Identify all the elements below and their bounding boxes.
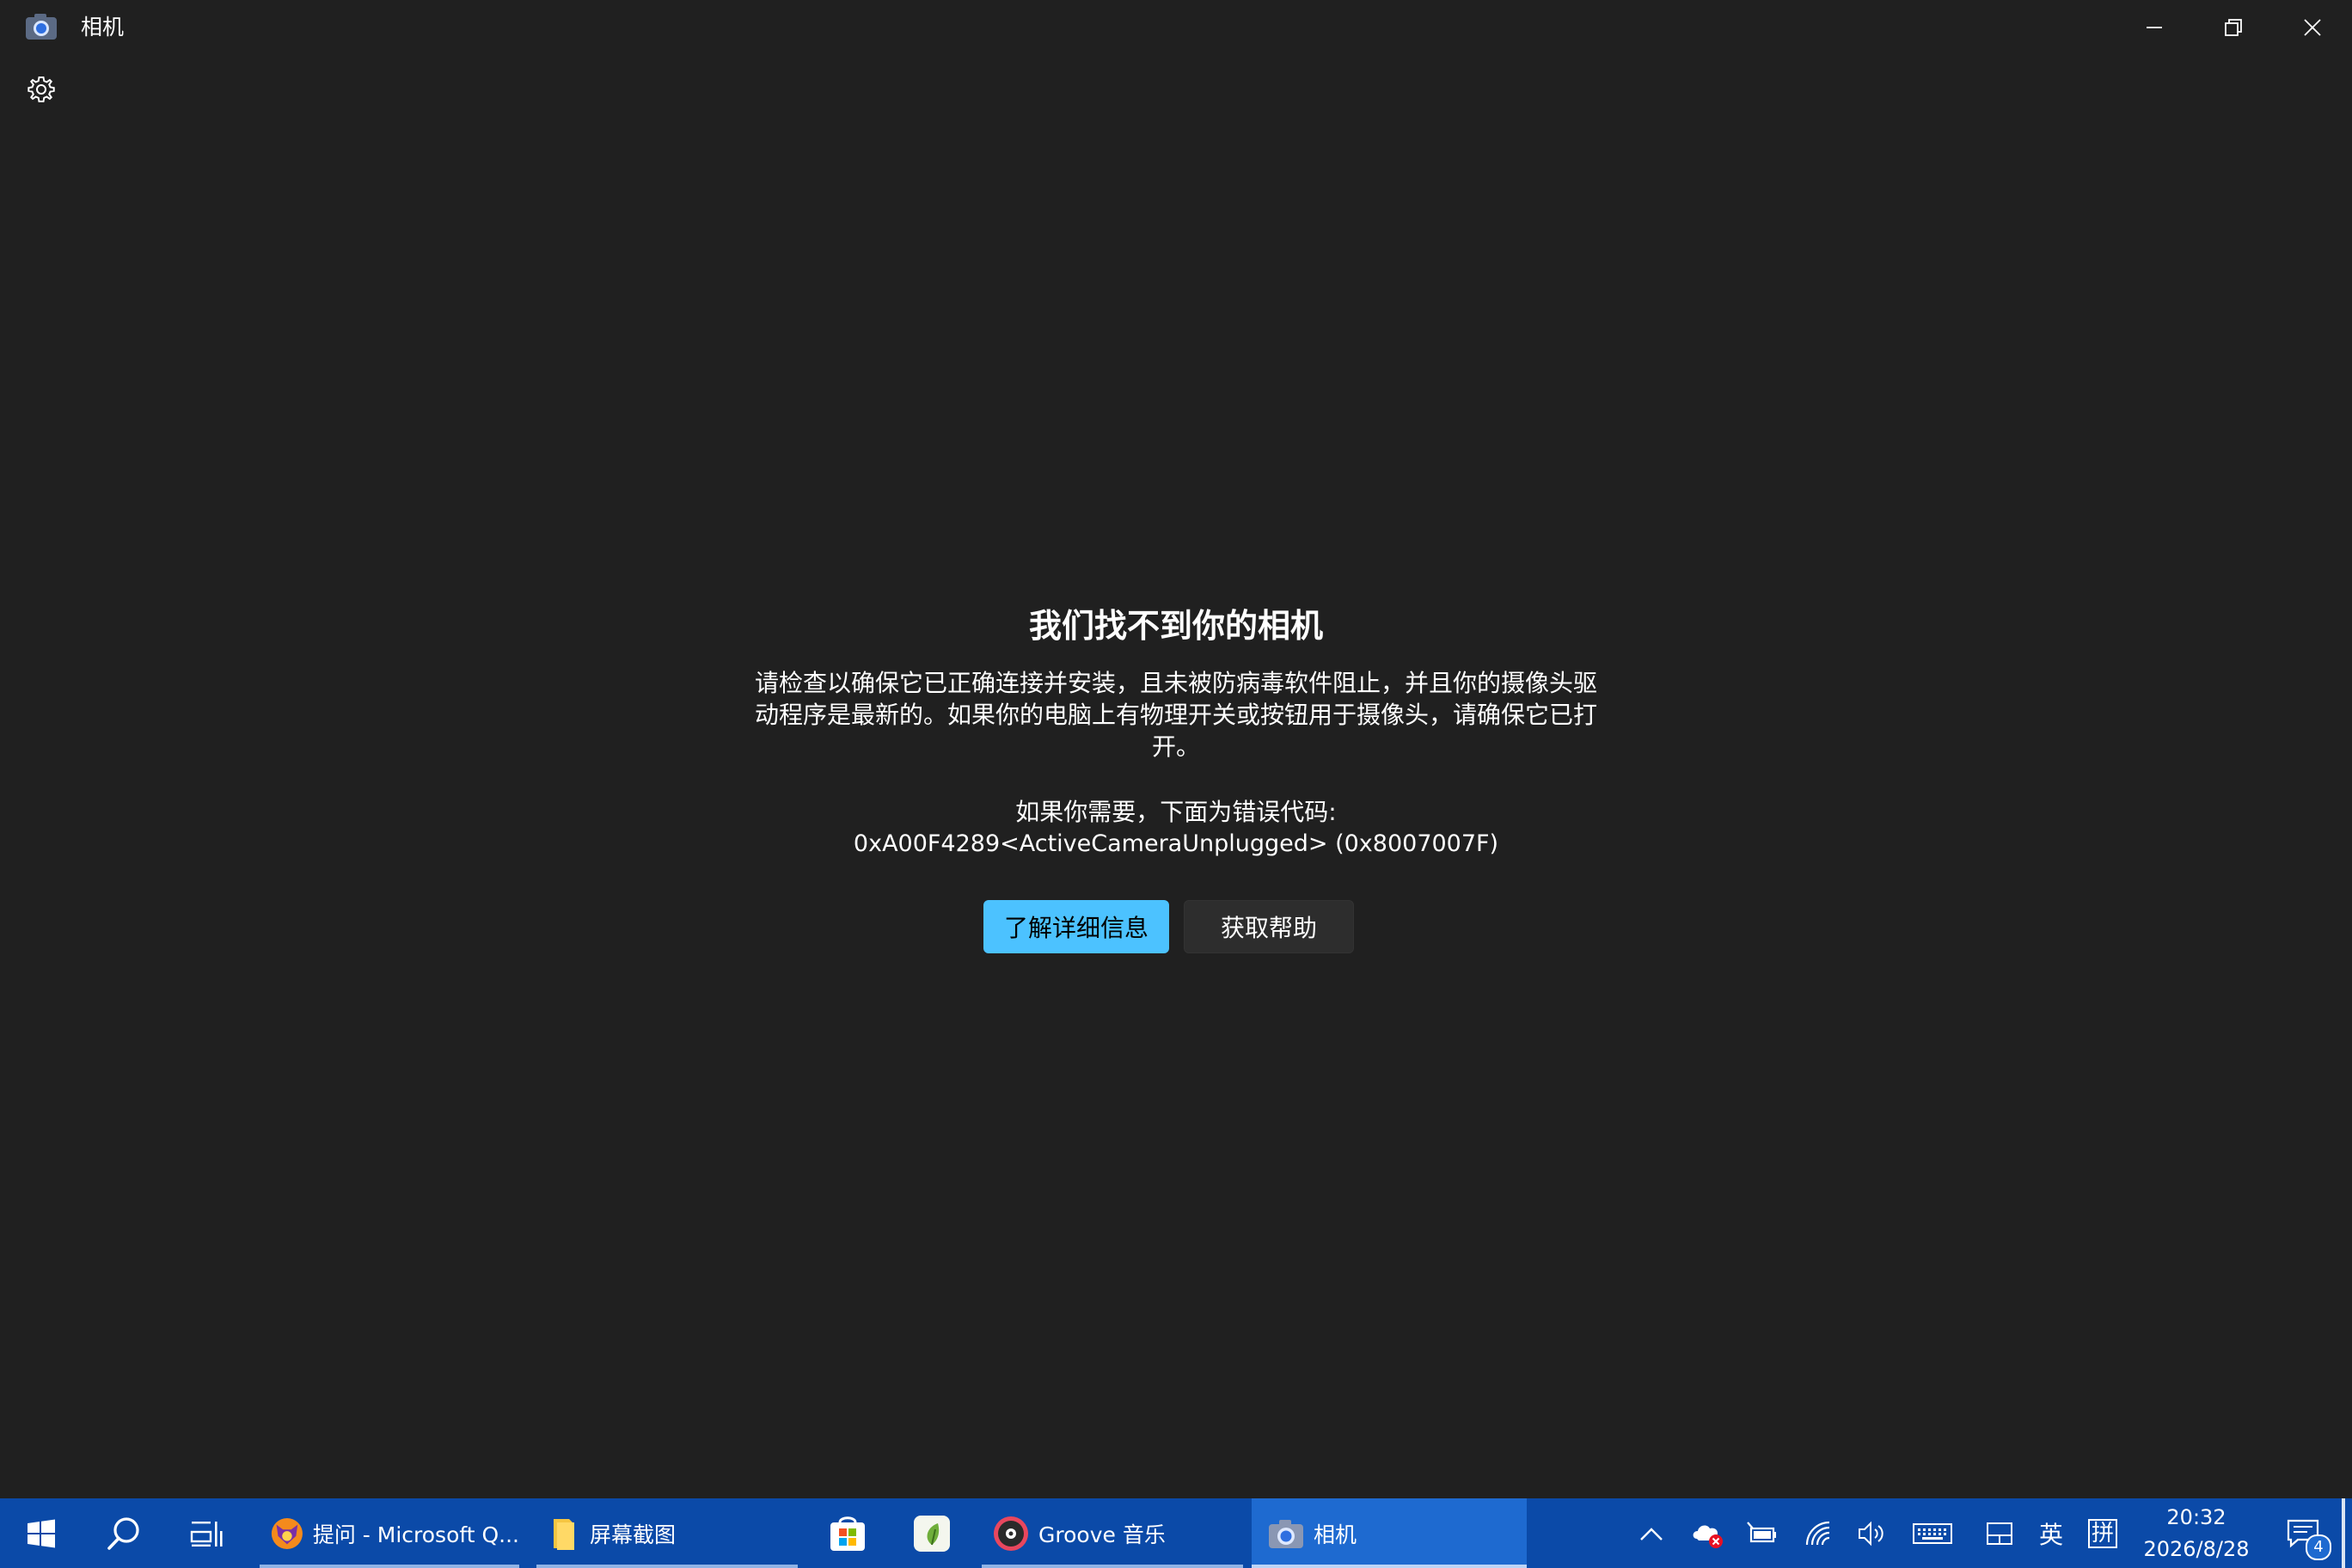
minimize-icon bbox=[2147, 27, 2162, 28]
taskbar-app-label: 屏幕截图 bbox=[590, 1522, 677, 1547]
microsoft-store-icon bbox=[830, 1516, 865, 1551]
volume-icon bbox=[1859, 1521, 1883, 1546]
search-icon bbox=[107, 1516, 139, 1550]
taskbar-app-groove-music[interactable]: Groove 音乐 bbox=[982, 1498, 1243, 1568]
touch-keyboard-button[interactable] bbox=[1903, 1498, 1962, 1568]
show-desktop-button[interactable] bbox=[2342, 1498, 2345, 1568]
error-description-line: 动程序是最新的。如果你的电脑上有物理开关或按钮用于摄像头，请确保它已打 bbox=[754, 701, 1597, 729]
ime-language-indicator[interactable]: 英 bbox=[2027, 1498, 2075, 1568]
taskbar-app-label: 相机 bbox=[1314, 1522, 1357, 1547]
folder-icon bbox=[554, 1518, 574, 1550]
task-view-button[interactable] bbox=[165, 1498, 248, 1568]
restore-button[interactable] bbox=[2194, 0, 2273, 55]
taskbar-app-camera[interactable]: 相机 bbox=[1252, 1498, 1527, 1568]
fox-browser-icon bbox=[271, 1517, 303, 1549]
task-view-icon bbox=[190, 1521, 223, 1547]
clock-time: 20:32 bbox=[2166, 1505, 2226, 1529]
error-description-line: 请检查以确保它已正确连接并安装，且未被防病毒软件阻止，并且你的摄像头驱 bbox=[754, 669, 1597, 697]
show-hidden-icons-button[interactable] bbox=[1628, 1498, 1675, 1568]
taskbar-app-label: 提问 - Microsoft Q... bbox=[312, 1522, 519, 1547]
error-description: 请检查以确保它已正确连接并安装，且未被防病毒软件阻止，并且你的摄像头驱 动程序是… bbox=[746, 667, 1606, 763]
taskbar-app-browser[interactable]: 提问 - Microsoft Q... bbox=[260, 1498, 519, 1568]
wifi-icon bbox=[1805, 1521, 1830, 1545]
notification-count-badge: 4 bbox=[2306, 1534, 2331, 1560]
taskbar-clock[interactable]: 20:32 2026/8/28 bbox=[2123, 1498, 2269, 1568]
onedrive-error-icon bbox=[1693, 1524, 1723, 1548]
ime-mode-indicator[interactable]: 拼 bbox=[2079, 1498, 2127, 1568]
error-code: 0xA00F4289<ActiveCameraUnplugged> (0x800… bbox=[853, 830, 1499, 857]
tablet-mode-button[interactable] bbox=[1974, 1498, 2025, 1568]
camera-app-icon bbox=[24, 12, 58, 41]
taskbar-app-screenshots-folder[interactable]: 屏幕截图 bbox=[536, 1498, 798, 1568]
network-status[interactable] bbox=[1793, 1498, 1845, 1568]
taskbar-app-leaf[interactable] bbox=[899, 1498, 965, 1568]
battery-icon bbox=[1747, 1521, 1776, 1542]
start-button[interactable] bbox=[0, 1498, 83, 1568]
settings-button[interactable] bbox=[19, 67, 64, 112]
search-button[interactable] bbox=[83, 1498, 165, 1568]
running-indicator bbox=[536, 1565, 798, 1568]
close-button[interactable] bbox=[2273, 0, 2352, 55]
onedrive-status[interactable] bbox=[1681, 1498, 1733, 1568]
error-code-intro: 如果你需要，下面为错误代码: bbox=[1015, 798, 1337, 826]
taskbar: 提问 - Microsoft Q... 屏幕截图 Groove 音乐 相机 英 … bbox=[0, 1498, 2352, 1568]
error-title: 我们找不到你的相机 bbox=[1028, 607, 1323, 645]
title-bar: 相机 bbox=[0, 0, 2352, 55]
get-help-button[interactable]: 获取帮助 bbox=[1184, 900, 1354, 953]
keyboard-icon bbox=[1913, 1522, 1952, 1544]
groove-music-icon bbox=[994, 1516, 1028, 1551]
volume-control[interactable] bbox=[1847, 1498, 1898, 1568]
windows-icon bbox=[28, 1519, 55, 1547]
battery-status[interactable] bbox=[1736, 1498, 1788, 1568]
ime-mode-label: 拼 bbox=[2087, 1518, 2117, 1548]
action-center-button[interactable]: 4 bbox=[2273, 1498, 2333, 1568]
tablet-mode-icon bbox=[1987, 1522, 2012, 1545]
gear-icon bbox=[28, 77, 55, 102]
minimize-button[interactable] bbox=[2115, 0, 2194, 55]
window-title: 相机 bbox=[81, 15, 125, 40]
taskbar-app-label: Groove 音乐 bbox=[1038, 1522, 1166, 1547]
learn-more-button[interactable]: 了解详细信息 bbox=[983, 900, 1169, 953]
taskbar-app-store[interactable] bbox=[815, 1498, 880, 1568]
leaf-app-icon bbox=[914, 1515, 950, 1552]
camera-icon bbox=[1269, 1519, 1303, 1548]
error-description-line: 开。 bbox=[1151, 732, 1200, 761]
close-icon bbox=[2304, 19, 2321, 36]
running-indicator bbox=[1252, 1565, 1527, 1568]
chevron-up-icon bbox=[1640, 1527, 1663, 1540]
restore-icon bbox=[2225, 19, 2242, 36]
running-indicator bbox=[982, 1565, 1243, 1568]
running-indicator bbox=[260, 1565, 519, 1568]
clock-date: 2026/8/28 bbox=[2143, 1537, 2250, 1561]
